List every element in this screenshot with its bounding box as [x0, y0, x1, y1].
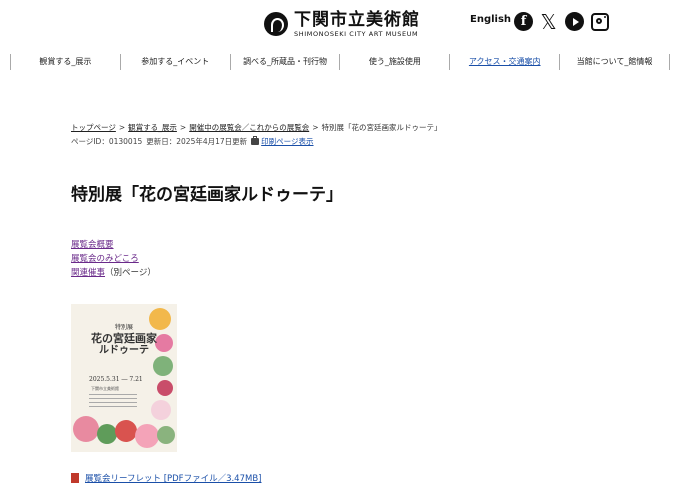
logo-japanese-text: 下関市立美術館 [294, 10, 420, 30]
youtube-icon[interactable] [565, 12, 584, 31]
museum-logo-icon [264, 12, 288, 36]
breadcrumb-top[interactable]: トップページ [71, 123, 116, 132]
flower-decoration [157, 426, 175, 444]
poster-title-line2: ルドゥーテ [99, 345, 149, 356]
flower-decoration [157, 380, 173, 396]
breadcrumb-current-exhibitions[interactable]: 開催中の展覧会／これからの展覧会 [189, 123, 309, 132]
breadcrumb-separator: > [312, 123, 319, 132]
page-meta: ページID：0130015 更新日：2025年4月17日更新 印刷ページ表示 [71, 136, 314, 147]
breadcrumb-exhibitions[interactable]: 観賞する_展示 [128, 123, 177, 132]
instagram-icon[interactable] [590, 12, 609, 31]
nav-item-collection[interactable]: 調べる_所蔵品・刊行物 [229, 54, 340, 70]
overview-link[interactable]: 展覧会概要 [71, 240, 114, 250]
anchor-links: 展覧会概要 展覧会のみどころ 関連催事（別ページ） [71, 238, 156, 280]
nav-item-about[interactable]: 当館について_館情報 [559, 54, 670, 70]
site-logo[interactable]: 下関市立美術館 SHIMONOSEKI CITY ART MUSEUM [264, 10, 420, 38]
breadcrumb: トップページ > 観賞する_展示 > 開催中の展覧会／これからの展覧会 > 特別展「花の宮廷… [71, 122, 442, 133]
logo-english-text: SHIMONOSEKI CITY ART MUSEUM [294, 30, 419, 38]
printer-icon [251, 136, 260, 145]
page-id: ページID：0130015 [71, 137, 143, 146]
global-nav: 観賞する_展示 参加する_イベント 調べる_所蔵品・刊行物 使う_施設使用 アク… [10, 54, 670, 70]
flower-decoration [115, 420, 137, 442]
breadcrumb-separator: > [118, 123, 126, 132]
nav-item-events[interactable]: 参加する_イベント [119, 54, 230, 70]
nav-item-exhibitions[interactable]: 観賞する_展示 [10, 54, 120, 70]
updated-date: 更新日：2025年4月17日更新 [146, 137, 248, 146]
flower-decoration [151, 400, 171, 420]
related-events-link[interactable]: 関連催事 [71, 268, 105, 278]
exhibition-poster[interactable]: 特別展 花の宮廷画家 ルドゥーテ 2025.5.31 ― 7.21 下関市立美術… [71, 304, 177, 452]
flower-decoration [97, 424, 117, 444]
poster-title-line1: 花の宮廷画家 [91, 332, 157, 345]
english-link[interactable]: English [470, 14, 511, 25]
highlights-link[interactable]: 展覧会のみどころ [71, 254, 139, 264]
print-page-link[interactable]: 印刷ページ表示 [261, 136, 313, 147]
facebook-icon[interactable]: f [514, 12, 533, 31]
pdf-link-label: 展覧会リーフレット [PDFファイル／3.47MB] [85, 474, 262, 484]
nav-item-access[interactable]: アクセス・交通案内 [449, 54, 559, 70]
poster-venue: 下関市立美術館 [91, 386, 119, 391]
page-title: 特別展「花の宮廷画家ルドゥーテ」 [71, 185, 343, 205]
nav-item-facility[interactable]: 使う_施設使用 [339, 54, 449, 70]
poster-label: 特別展 [114, 324, 133, 331]
breadcrumb-current: 特別展「花の宮廷画家ルドゥーテ」 [321, 123, 442, 132]
flower-decoration [153, 356, 173, 376]
pdf-leaflet-link[interactable]: 展覧会リーフレット [PDFファイル／3.47MB] [71, 472, 261, 484]
x-icon[interactable]: 𝕏 [539, 10, 558, 34]
breadcrumb-separator: > [179, 123, 187, 132]
related-note: （別ページ） [105, 268, 156, 278]
pdf-icon [71, 473, 79, 483]
poster-dates: 2025.5.31 ― 7.21 [89, 376, 143, 383]
flower-decoration [73, 416, 99, 442]
flower-decoration [135, 424, 159, 448]
poster-text-lines [89, 394, 137, 410]
